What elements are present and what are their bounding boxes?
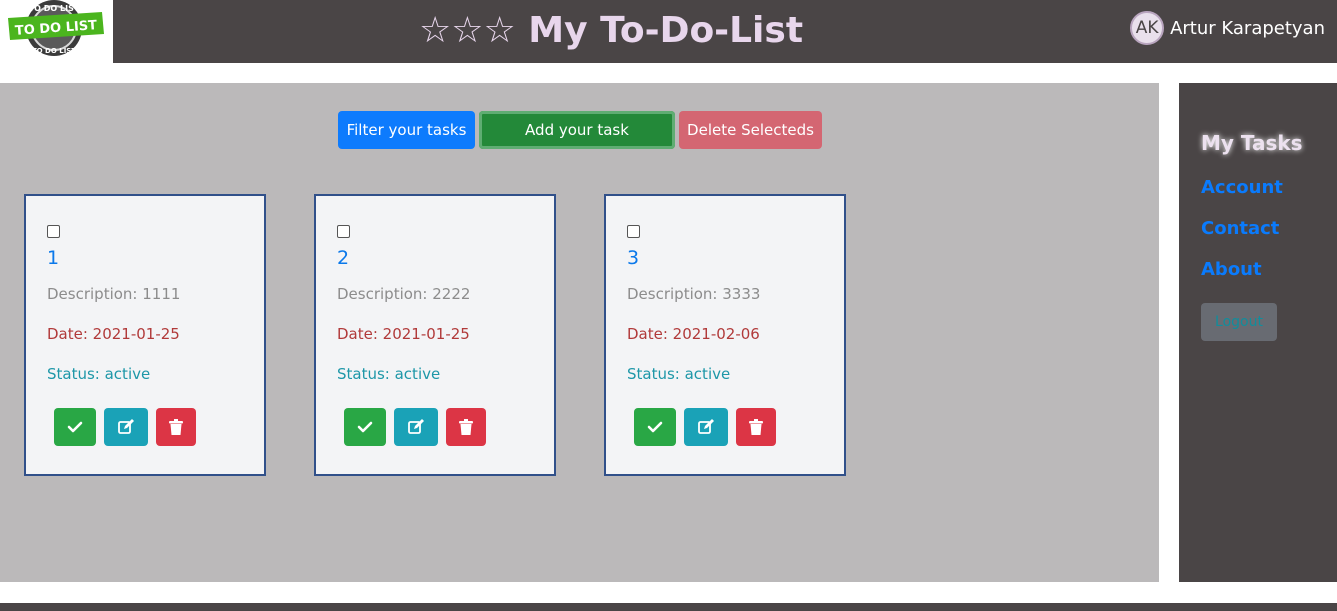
complete-task-button[interactable] bbox=[344, 408, 386, 446]
task-title[interactable]: 3 bbox=[627, 247, 639, 269]
edit-icon bbox=[408, 419, 424, 434]
task-select-checkbox[interactable] bbox=[337, 225, 350, 238]
check-icon bbox=[647, 421, 663, 433]
task-card: 2 Description: 2222 Date: 2021-01-25 Sta… bbox=[314, 194, 556, 476]
delete-task-button[interactable] bbox=[736, 408, 776, 446]
avatar[interactable]: AK bbox=[1130, 11, 1165, 45]
check-icon bbox=[357, 421, 373, 433]
user-menu[interactable]: AK Artur Karapetyan bbox=[1130, 10, 1325, 46]
sidebar-item-my-tasks[interactable]: My Tasks bbox=[1201, 131, 1303, 155]
task-description: Description: 2222 bbox=[337, 285, 471, 303]
add-task-button[interactable]: Add your task bbox=[479, 111, 675, 149]
task-description: Description: 1111 bbox=[47, 285, 181, 303]
user-name[interactable]: Artur Karapetyan bbox=[1170, 18, 1325, 39]
edit-task-button[interactable] bbox=[684, 408, 728, 446]
task-select-checkbox[interactable] bbox=[627, 225, 640, 238]
task-title[interactable]: 2 bbox=[337, 247, 349, 269]
sidebar: My Tasks Account Contact About Logout bbox=[1179, 83, 1337, 582]
logout-button[interactable]: Logout bbox=[1201, 303, 1277, 341]
trash-icon bbox=[749, 419, 763, 435]
trash-icon bbox=[169, 419, 183, 435]
task-select-checkbox[interactable] bbox=[47, 225, 60, 238]
check-icon bbox=[67, 421, 83, 433]
filter-tasks-button[interactable]: Filter your tasks bbox=[338, 111, 475, 149]
task-card: 1 Description: 1111 Date: 2021-01-25 Sta… bbox=[24, 194, 266, 476]
sidebar-item-about[interactable]: About bbox=[1201, 259, 1262, 280]
page-title: ☆☆☆ My To-Do-List bbox=[418, 10, 804, 51]
edit-icon bbox=[698, 419, 714, 434]
delete-task-button[interactable] bbox=[156, 408, 196, 446]
delete-selected-button[interactable]: Delete Selecteds bbox=[679, 111, 822, 149]
task-title[interactable]: 1 bbox=[47, 247, 59, 269]
task-date: Date: 2021-01-25 bbox=[47, 325, 180, 343]
task-description: Description: 3333 bbox=[627, 285, 761, 303]
action-bar: Filter your tasks Add your task Delete S… bbox=[338, 111, 822, 149]
edit-task-button[interactable] bbox=[394, 408, 438, 446]
edit-icon bbox=[118, 419, 134, 434]
sidebar-item-account[interactable]: Account bbox=[1201, 177, 1283, 198]
app-header: TO DO LIST TO DO LIST TO DO LIST ☆☆☆ My … bbox=[0, 0, 1337, 63]
complete-task-button[interactable] bbox=[54, 408, 96, 446]
footer bbox=[0, 603, 1337, 611]
task-status: Status: active bbox=[47, 365, 151, 383]
task-date: Date: 2021-01-25 bbox=[337, 325, 470, 343]
delete-task-button[interactable] bbox=[446, 408, 486, 446]
main-content: Filter your tasks Add your task Delete S… bbox=[0, 83, 1159, 582]
task-status: Status: active bbox=[337, 365, 441, 383]
sidebar-item-contact[interactable]: Contact bbox=[1201, 218, 1279, 239]
task-status: Status: active bbox=[627, 365, 731, 383]
edit-task-button[interactable] bbox=[104, 408, 148, 446]
task-card: 3 Description: 3333 Date: 2021-02-06 Sta… bbox=[604, 194, 846, 476]
complete-task-button[interactable] bbox=[634, 408, 676, 446]
task-date: Date: 2021-02-06 bbox=[627, 325, 760, 343]
trash-icon bbox=[459, 419, 473, 435]
